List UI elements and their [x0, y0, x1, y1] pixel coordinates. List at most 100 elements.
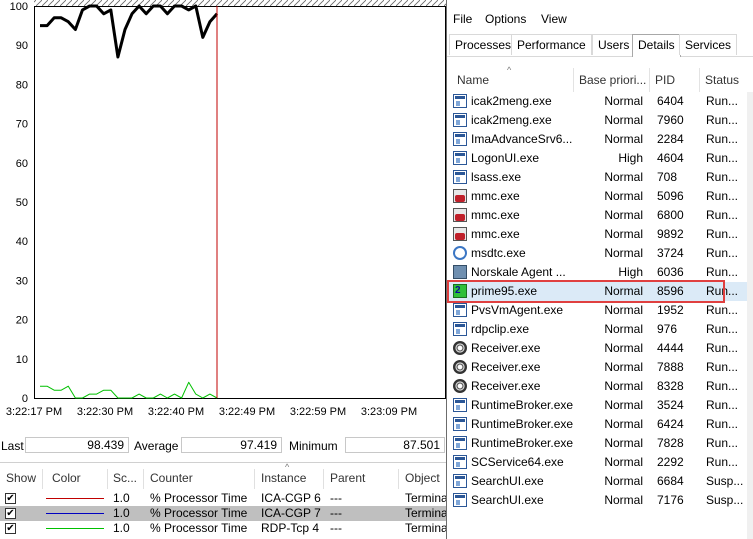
show-checkbox[interactable]: ✔: [5, 508, 16, 519]
col-object[interactable]: Object: [405, 471, 440, 485]
process-status: Run...: [706, 246, 739, 260]
tab-performance[interactable]: Performance: [511, 34, 592, 55]
counter-row[interactable]: ✔ 1.0 % Processor Time ICA-CGP 7 --- Ter…: [0, 506, 446, 521]
process-pid: 3724: [657, 246, 684, 260]
col-scale[interactable]: Sc...: [113, 471, 137, 485]
col-status[interactable]: Status: [705, 73, 739, 87]
menu-options[interactable]: Options: [485, 12, 526, 26]
perf-chart[interactable]: 1009080706050403020100 3:22:17 PM 3:22:30…: [0, 0, 446, 430]
col-counter[interactable]: Counter: [150, 471, 193, 485]
process-row[interactable]: icak2meng.exe Normal 6404 Run...: [447, 92, 753, 111]
col-show[interactable]: Show: [6, 471, 36, 485]
x-tick-label: 3:23:09 PM: [361, 406, 417, 418]
counter-row[interactable]: ✔ 1.0 % Processor Time RDP-Tcp 4 --- Ter…: [0, 521, 446, 536]
process-row[interactable]: icak2meng.exe Normal 7960 Run...: [447, 111, 753, 130]
process-row[interactable]: mmc.exe Normal 6800 Run...: [447, 206, 753, 225]
menu-view[interactable]: View: [541, 12, 567, 26]
col-name[interactable]: Name: [457, 73, 489, 87]
process-row[interactable]: LogonUI.exe High 4604 Run...: [447, 149, 753, 168]
col-color[interactable]: Color: [52, 471, 81, 485]
process-pid: 7888: [657, 360, 684, 374]
tab-details[interactable]: Details: [632, 34, 681, 57]
col-instance[interactable]: Instance: [261, 471, 306, 485]
process-row[interactable]: rdpclip.exe Normal 976 Run...: [447, 320, 753, 339]
tab-processes[interactable]: Processes: [449, 34, 518, 55]
y-tick-label: 100: [10, 1, 28, 13]
col-parent[interactable]: Parent: [330, 471, 365, 485]
process-pid: 1952: [657, 303, 684, 317]
process-name: RuntimeBroker.exe: [471, 417, 574, 431]
tab-services[interactable]: Services: [679, 34, 738, 55]
process-row[interactable]: SearchUI.exe Normal 7176 Susp...: [447, 491, 753, 510]
process-status: Run...: [706, 379, 739, 393]
process-pid: 8328: [657, 379, 684, 393]
process-row[interactable]: Receiver.exe Normal 7888 Run...: [447, 358, 753, 377]
sort-up-icon: ^: [285, 462, 290, 472]
process-pid: 4604: [657, 151, 684, 165]
process-row[interactable]: SCService64.exe Normal 2292 Run...: [447, 453, 753, 472]
app-icon: [453, 436, 467, 450]
series-line: [40, 381, 218, 399]
process-row[interactable]: Receiver.exe Normal 4444 Run...: [447, 339, 753, 358]
process-name: RuntimeBroker.exe: [471, 398, 574, 412]
process-pid: 3524: [657, 398, 684, 412]
performance-monitor: 100 90 80 70 60 50 40 30 20 10 0 3:22:17 PM 3:22:30…: [0, 0, 446, 539]
process-row[interactable]: mmc.exe Normal 5096 Run...: [447, 187, 753, 206]
y-tick-label: 50: [16, 197, 28, 209]
series-line: [40, 4, 219, 59]
parent-cell: ---: [330, 491, 342, 505]
process-status: Run...: [706, 170, 739, 184]
process-pid: 7960: [657, 113, 684, 127]
app-icon: [453, 170, 467, 184]
process-row[interactable]: msdtc.exe Normal 3724 Run...: [447, 244, 753, 263]
process-priority: Normal: [604, 322, 643, 336]
menu-file[interactable]: File: [453, 12, 472, 26]
vertical-scrollbar[interactable]: [747, 92, 753, 539]
average-value: 97.419: [181, 437, 282, 453]
process-pid: 6404: [657, 94, 684, 108]
process-status: Run...: [706, 360, 739, 374]
color-swatch: [46, 498, 104, 499]
process-row[interactable]: SearchUI.exe Normal 6684 Susp...: [447, 472, 753, 491]
show-checkbox[interactable]: ✔: [5, 493, 16, 504]
minimum-label: Minimum: [289, 439, 338, 453]
tab-bar: Processes Performance Users Details Serv…: [447, 34, 753, 57]
x-tick-label: 3:22:40 PM: [148, 406, 204, 418]
process-pid: 708: [657, 170, 678, 184]
process-row[interactable]: ImaAdvanceSrv6... Normal 2284 Run...: [447, 130, 753, 149]
app-icon: [453, 132, 467, 146]
tab-users[interactable]: Users: [592, 34, 636, 55]
process-status: Run...: [706, 227, 739, 241]
app-icon: [453, 151, 467, 165]
process-status: Run...: [706, 398, 739, 412]
col-pid[interactable]: PID: [655, 73, 675, 87]
msdtc-icon: [453, 246, 467, 260]
process-name: icak2meng.exe: [471, 113, 552, 127]
process-row[interactable]: RuntimeBroker.exe Normal 7828 Run...: [447, 434, 753, 453]
process-status: Run...: [706, 189, 739, 203]
process-name: SearchUI.exe: [471, 474, 544, 488]
menu-bar: File Options View: [447, 10, 753, 30]
process-pid: 5096: [657, 189, 684, 203]
highlight-box: [447, 280, 725, 303]
process-name: SearchUI.exe: [471, 493, 544, 507]
object-cell: Terminal: [405, 491, 446, 505]
process-pid: 7176: [657, 493, 684, 507]
show-checkbox[interactable]: ✔: [5, 523, 16, 534]
process-row[interactable]: RuntimeBroker.exe Normal 6424 Run...: [447, 415, 753, 434]
counter-row[interactable]: ✔ 1.0 % Processor Time ICA-CGP 6 --- Ter…: [0, 491, 446, 506]
process-priority: Normal: [604, 455, 643, 469]
process-row[interactable]: RuntimeBroker.exe Normal 3524 Run...: [447, 396, 753, 415]
process-name: mmc.exe: [471, 189, 520, 203]
process-row[interactable]: Receiver.exe Normal 8328 Run...: [447, 377, 753, 396]
process-row[interactable]: PvsVmAgent.exe Normal 1952 Run...: [447, 301, 753, 320]
process-name: RuntimeBroker.exe: [471, 436, 574, 450]
process-status: Run...: [706, 151, 739, 165]
process-status: Run...: [706, 417, 739, 431]
col-base-priority[interactable]: Base priori...: [579, 73, 646, 87]
process-row[interactable]: lsass.exe Normal 708 Run...: [447, 168, 753, 187]
process-status: Run...: [706, 132, 739, 146]
process-list-header: ^ Name Base priori... PID Status: [447, 64, 753, 92]
process-row[interactable]: mmc.exe Normal 9892 Run...: [447, 225, 753, 244]
process-priority: Normal: [604, 227, 643, 241]
